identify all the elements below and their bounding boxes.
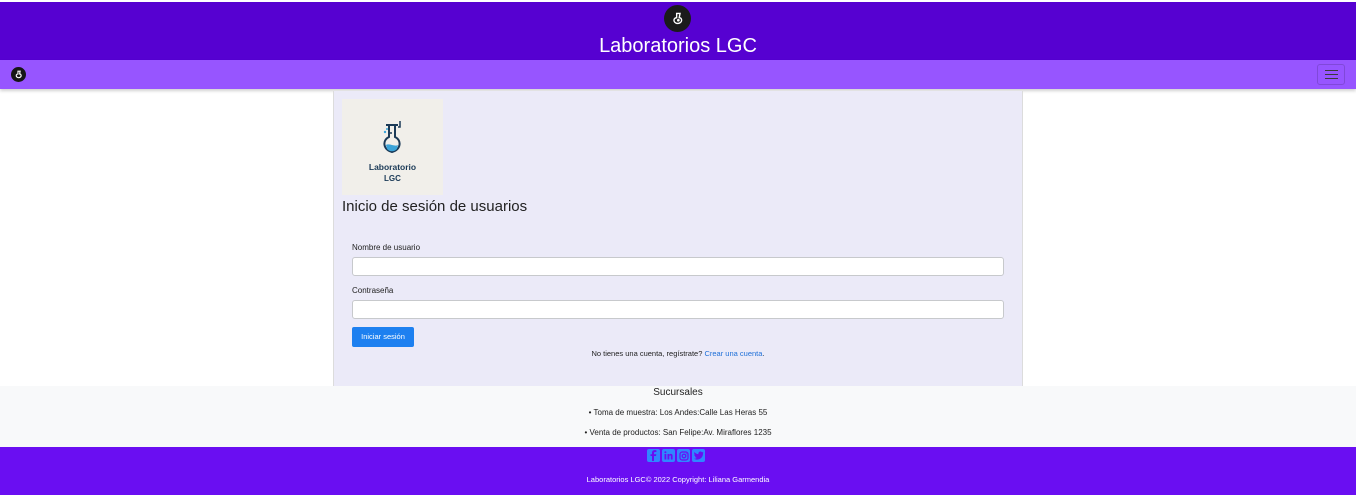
menu-bar <box>1324 78 1338 79</box>
logo-text: Laboratorio <box>368 162 417 172</box>
hamburger-menu-icon[interactable] <box>1317 64 1345 85</box>
flask-emblem-icon[interactable] <box>664 5 691 32</box>
logo-text: LGC <box>384 174 401 183</box>
site-title: Laboratorios LGC <box>599 35 757 57</box>
copyright-text: Laboratorios LGC© 2022 Copyright: Lilian… <box>586 475 770 484</box>
branch-text: Toma de muestra: Los Andes:Calle Las Her… <box>593 408 768 417</box>
twitter-icon[interactable] <box>692 449 705 462</box>
flask-icon <box>383 121 401 154</box>
navbar <box>0 60 1356 89</box>
facebook-icon[interactable] <box>647 449 660 462</box>
menu-bar <box>1324 74 1338 75</box>
list-item: • Venta de productos: San Felipe:Av. Mir… <box>0 428 1356 438</box>
list-item: • Toma de muestra: Los Andes:Calle Las H… <box>0 408 1356 418</box>
footer: Laboratorios LGC© 2022 Copyright: Lilian… <box>0 447 1356 495</box>
login-card: Laboratorio LGC Inicio de sesión de usua… <box>333 91 1023 386</box>
linkedin-icon[interactable] <box>662 449 675 462</box>
register-prompt: No tienes una cuenta, regístrate? Crear … <box>334 349 1022 359</box>
username-input[interactable] <box>352 257 1004 276</box>
register-prompt-text: No tienes una cuenta, regístrate? <box>591 349 703 358</box>
site-header: Laboratorios LGC <box>0 0 1356 60</box>
menu-bar <box>1324 70 1338 71</box>
lab-logo: Laboratorio LGC <box>342 99 443 195</box>
create-account-link[interactable]: Crear una cuenta <box>704 349 762 358</box>
social-links <box>647 449 705 463</box>
bullet: • <box>584 428 588 437</box>
flask-emblem-icon[interactable] <box>11 67 26 82</box>
branches-section: Sucursales • Toma de muestra: Los Andes:… <box>0 386 1356 447</box>
login-button[interactable]: Iniciar sesión <box>352 327 414 347</box>
page-title: Inicio de sesión de usuarios <box>342 198 528 215</box>
bullet: • <box>588 408 592 417</box>
instagram-icon[interactable] <box>677 449 690 462</box>
password-label: Contraseña <box>352 286 394 295</box>
branch-text: Venta de productos: San Felipe:Av. Miraf… <box>589 428 772 437</box>
username-label: Nombre de usuario <box>352 243 421 252</box>
password-input[interactable] <box>352 300 1004 319</box>
branches-title: Sucursales <box>653 387 703 398</box>
register-suffix: . <box>762 349 765 358</box>
